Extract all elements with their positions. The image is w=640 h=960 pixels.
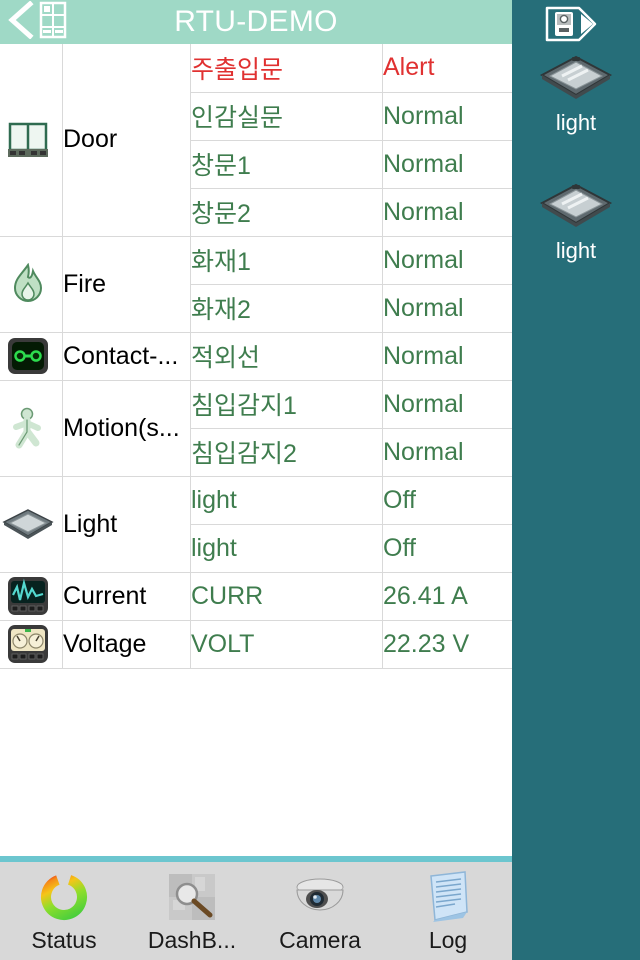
row-value: Normal xyxy=(382,92,512,141)
row-name: light xyxy=(190,524,383,573)
row-group-label: Motion(s... xyxy=(62,380,191,477)
status-donut-icon xyxy=(37,868,91,926)
table-row[interactable]: Current CURR 26.41 A xyxy=(0,572,512,621)
device-item[interactable]: light xyxy=(512,52,640,136)
row-value: Normal xyxy=(382,428,512,477)
contact-sensor-icon xyxy=(0,334,56,378)
current-meter-icon xyxy=(0,574,56,618)
row-value: Normal xyxy=(382,332,512,381)
device-label: light xyxy=(555,110,597,135)
row-name: 화재2 xyxy=(190,284,383,333)
table-row[interactable]: Light light Off xyxy=(0,476,512,573)
tab-label: DashB... xyxy=(147,927,237,953)
dashboard-magnifier-icon xyxy=(165,868,219,926)
device-item[interactable]: light xyxy=(512,180,640,264)
row-name: 화재1 xyxy=(190,236,383,285)
ceiling-light-icon xyxy=(512,180,640,232)
row-icon-cell xyxy=(0,476,63,573)
row-name: 주출입문 xyxy=(190,44,383,93)
row-icon-cell xyxy=(0,44,63,237)
row-name: VOLT xyxy=(190,620,383,669)
row-name: 창문2 xyxy=(190,188,383,237)
row-name: 침입감지2 xyxy=(190,428,383,477)
tab-camera[interactable]: Camera xyxy=(256,862,384,960)
row-group-label: Current xyxy=(62,572,191,621)
row-value: Normal xyxy=(382,284,512,333)
status-table: Door 주출입문 Alert 인감실문 Normal 창문1 Normal 창… xyxy=(0,44,512,669)
building-grid-icon xyxy=(38,1,68,44)
status-table-body: Door 주출입문 Alert 인감실문 Normal 창문1 Normal 창… xyxy=(0,44,512,669)
row-value: Normal xyxy=(382,380,512,429)
row-icon-cell xyxy=(0,572,63,621)
back-chevron-icon xyxy=(6,0,36,44)
table-row[interactable]: Motion(s... 침입감지1 Normal xyxy=(0,380,512,477)
motion-sensor-icon xyxy=(0,406,56,450)
table-row[interactable]: Contact-... 적외선 Normal xyxy=(0,332,512,381)
bottom-tab-bar: Status DashB... Camera Log xyxy=(0,862,512,960)
row-name: CURR xyxy=(190,572,383,621)
log-document-icon xyxy=(423,868,473,926)
row-group-label: Light xyxy=(62,476,191,573)
ceiling-light-icon xyxy=(512,52,640,104)
row-name: 인감실문 xyxy=(190,92,383,141)
row-value: 26.41 A xyxy=(382,572,512,621)
app-header: RTU-DEMO xyxy=(0,0,512,44)
voltage-meter-icon xyxy=(0,622,56,666)
row-name: 창문1 xyxy=(190,140,383,189)
row-icon-cell xyxy=(0,380,63,477)
table-row[interactable]: Voltage VOLT 22.23 V xyxy=(0,620,512,669)
ceiling-light-icon xyxy=(0,502,56,546)
tab-status[interactable]: Status xyxy=(0,862,128,960)
row-group-label: Fire xyxy=(62,236,191,333)
row-value: Normal xyxy=(382,188,512,237)
status-table-container: Door 주출입문 Alert 인감실문 Normal 창문1 Normal 창… xyxy=(0,44,512,856)
back-button[interactable] xyxy=(6,0,90,44)
row-icon-cell xyxy=(0,620,63,669)
row-value: Off xyxy=(382,476,512,525)
row-value: Alert xyxy=(382,44,512,93)
tab-log[interactable]: Log xyxy=(384,862,512,960)
device-panel-toggle-icon xyxy=(543,4,599,44)
dome-camera-icon xyxy=(291,868,349,926)
device-panel-toggle-button[interactable] xyxy=(543,4,599,44)
tab-label: Log xyxy=(428,927,468,953)
tab-label: Status xyxy=(31,927,97,953)
fire-icon xyxy=(0,262,56,306)
table-row[interactable]: Door 주출입문 Alert xyxy=(0,44,512,237)
row-group-label: Contact-... xyxy=(62,332,191,381)
device-label: light xyxy=(555,238,597,263)
row-group-label: Voltage xyxy=(62,620,191,669)
table-row[interactable]: Fire 화재1 Normal xyxy=(0,236,512,333)
row-icon-cell xyxy=(0,236,63,333)
tab-dashboard[interactable]: DashB... xyxy=(128,862,256,960)
row-value: 22.23 V xyxy=(382,620,512,669)
row-name: 적외선 xyxy=(190,332,383,381)
tab-label: Camera xyxy=(279,927,361,953)
row-value: Normal xyxy=(382,236,512,285)
door-icon xyxy=(0,118,56,162)
row-icon-cell xyxy=(0,332,63,381)
device-sidebar: light light xyxy=(512,0,640,960)
row-group-label: Door xyxy=(62,44,191,237)
row-value: Normal xyxy=(382,140,512,189)
row-value: Off xyxy=(382,524,512,573)
row-name: 침입감지1 xyxy=(190,380,383,429)
row-name: light xyxy=(190,476,383,525)
